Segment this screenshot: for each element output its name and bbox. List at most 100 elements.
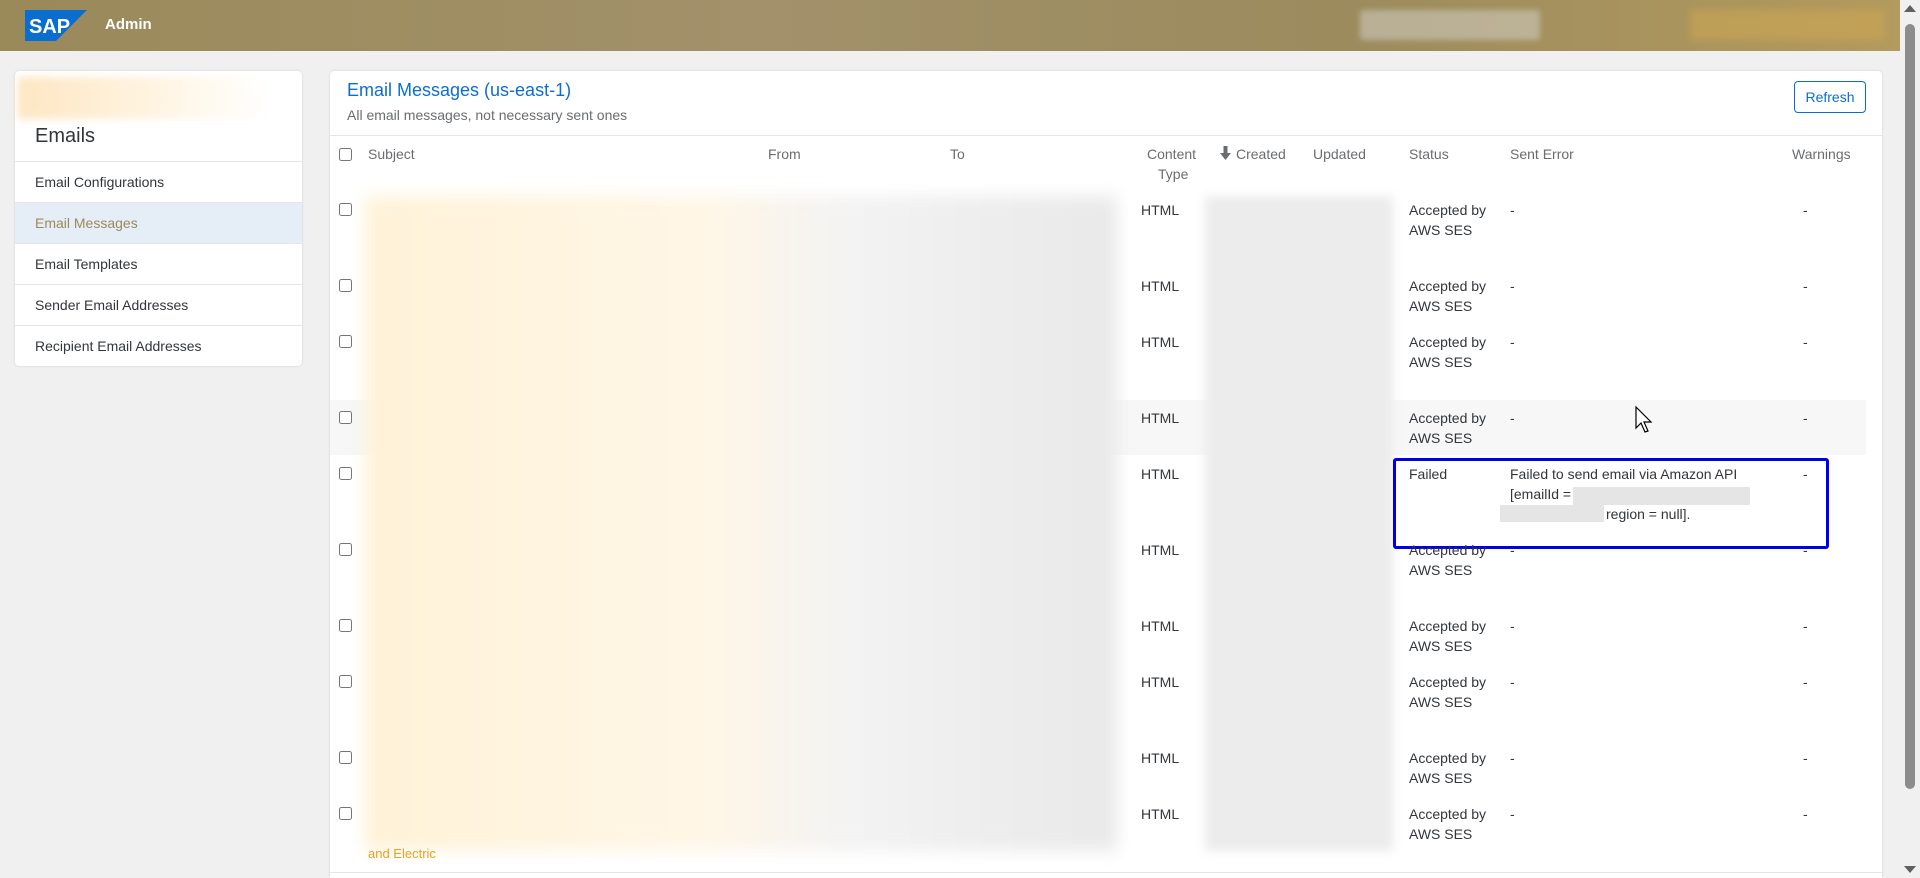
refresh-button[interactable]: Refresh: [1794, 81, 1866, 113]
content-type-cell: HTML: [1141, 806, 1180, 822]
row-checkbox[interactable]: [339, 619, 352, 632]
status-cell: Accepted by: [1409, 618, 1487, 634]
row-checkbox[interactable]: [339, 543, 352, 556]
sidebar-item-recipient-email-addresses[interactable]: Recipient Email Addresses: [15, 325, 302, 366]
sent-error-cell: -: [1510, 410, 1515, 426]
page-scrollbar[interactable]: [1900, 0, 1920, 878]
status-cell-line2: AWS SES: [1409, 298, 1473, 314]
column-header-from[interactable]: From: [768, 146, 801, 162]
status-cell-line2: AWS SES: [1409, 562, 1473, 578]
subject-text-fragment[interactable]: and Electric: [368, 846, 436, 861]
warnings-cell: -: [1803, 410, 1808, 426]
status-cell-line2: AWS SES: [1409, 826, 1473, 842]
scroll-up-icon[interactable]: [1904, 5, 1916, 12]
column-header-content-type-line2[interactable]: Type: [1158, 166, 1188, 182]
sidebar-title: Emails: [35, 125, 96, 147]
content-type-cell: HTML: [1141, 202, 1180, 218]
column-header-to[interactable]: To: [950, 146, 965, 162]
column-header-status[interactable]: Status: [1409, 146, 1449, 162]
row-checkbox[interactable]: [339, 203, 352, 216]
row-checkbox[interactable]: [339, 279, 352, 292]
status-cell: Accepted by: [1409, 542, 1487, 558]
redacted-subject-from-to: [365, 196, 1117, 851]
warnings-cell: -: [1803, 278, 1808, 294]
column-header-subject[interactable]: Subject: [368, 146, 415, 162]
status-cell-line2: AWS SES: [1409, 638, 1473, 654]
shell-title: Admin: [105, 16, 152, 33]
warnings-cell: -: [1803, 542, 1808, 558]
status-cell-line2: AWS SES: [1409, 694, 1473, 710]
content-type-cell: HTML: [1141, 466, 1180, 482]
status-cell: Accepted by: [1409, 202, 1487, 218]
sent-error-cell: -: [1510, 334, 1515, 350]
page-title: Email Messages (us-east-1): [347, 80, 572, 100]
content-type-cell: HTML: [1141, 278, 1180, 294]
status-cell-line2: AWS SES: [1409, 354, 1473, 370]
redacted-user-menu[interactable]: [1690, 10, 1885, 40]
column-header-warnings[interactable]: Warnings: [1792, 146, 1851, 162]
row-checkbox[interactable]: [339, 467, 352, 480]
status-cell-failed: Failed: [1409, 466, 1448, 482]
status-cell: Accepted by: [1409, 334, 1487, 350]
sent-error-cell: -: [1510, 618, 1515, 634]
warnings-cell: -: [1803, 202, 1808, 218]
column-header-content-type-line1[interactable]: Content: [1147, 146, 1196, 162]
redacted-email-id-cont: [1500, 505, 1604, 522]
redacted-email-id: [1573, 487, 1750, 505]
content-type-cell: HTML: [1141, 334, 1180, 350]
select-all-checkbox[interactable]: [339, 148, 352, 161]
sent-error-cell: Failed to send email via Amazon API: [1510, 466, 1738, 482]
warnings-cell: -: [1803, 618, 1808, 634]
page-subtitle: All email messages, not necessary sent o…: [347, 107, 628, 123]
content-type-cell: HTML: [1141, 618, 1180, 634]
sent-error-cell: -: [1510, 542, 1515, 558]
sent-error-cell: -: [1510, 674, 1515, 690]
column-header-sent-error[interactable]: Sent Error: [1510, 146, 1574, 162]
redacted-dates: [1205, 196, 1393, 851]
row-checkbox[interactable]: [339, 675, 352, 688]
status-cell-line2: AWS SES: [1409, 222, 1473, 238]
sent-error-cell: -: [1510, 750, 1515, 766]
sidebar-item-email-templates[interactable]: Email Templates: [15, 243, 302, 284]
scroll-thumb[interactable]: [1905, 24, 1915, 789]
sent-error-cell-line3: region = null].: [1606, 506, 1691, 522]
mouse-cursor-icon: [1635, 406, 1653, 433]
sent-error-cell-line2: [emailId =: [1510, 486, 1572, 502]
warnings-cell: -: [1803, 750, 1808, 766]
sidebar: Emails Email Configurations Email Messag…: [15, 71, 302, 366]
redacted-shell-content: [1360, 10, 1540, 40]
column-header-updated[interactable]: Updated: [1313, 146, 1366, 162]
redacted-sidebar-header: [18, 77, 268, 119]
status-cell: Accepted by: [1409, 278, 1487, 294]
warnings-cell: -: [1803, 466, 1808, 482]
status-cell-line2: AWS SES: [1409, 770, 1473, 786]
row-checkbox[interactable]: [339, 411, 352, 424]
sidebar-item-email-configurations[interactable]: Email Configurations: [15, 161, 302, 202]
sent-error-cell: -: [1510, 202, 1515, 218]
content-type-cell: HTML: [1141, 750, 1180, 766]
row-checkbox[interactable]: [339, 807, 352, 820]
header-divider: [330, 135, 1882, 136]
table-bottom-divider: [330, 872, 1882, 873]
column-header-created[interactable]: Created: [1236, 146, 1286, 162]
row-checkbox[interactable]: [339, 335, 352, 348]
content-type-cell: HTML: [1141, 674, 1180, 690]
status-cell: Accepted by: [1409, 750, 1487, 766]
status-cell-line2: AWS SES: [1409, 430, 1473, 446]
status-cell: Accepted by: [1409, 806, 1487, 822]
status-cell: Accepted by: [1409, 674, 1487, 690]
sidebar-nav: Email Configurations Email Messages Emai…: [15, 161, 302, 366]
row-checkbox[interactable]: [339, 751, 352, 764]
sidebar-item-sender-email-addresses[interactable]: Sender Email Addresses: [15, 284, 302, 325]
scroll-down-icon[interactable]: [1904, 866, 1916, 873]
svg-text:SAP: SAP: [29, 16, 70, 38]
content-type-cell: HTML: [1141, 410, 1180, 426]
warnings-cell: -: [1803, 806, 1808, 822]
sap-logo[interactable]: SAP: [25, 10, 87, 41]
shell-bar: SAP Admin: [0, 0, 1900, 51]
status-cell: Accepted by: [1409, 410, 1487, 426]
arrow-down-icon[interactable]: [1220, 146, 1231, 161]
sent-error-cell: -: [1510, 806, 1515, 822]
sent-error-cell: -: [1510, 278, 1515, 294]
sidebar-item-email-messages[interactable]: Email Messages: [15, 202, 302, 243]
